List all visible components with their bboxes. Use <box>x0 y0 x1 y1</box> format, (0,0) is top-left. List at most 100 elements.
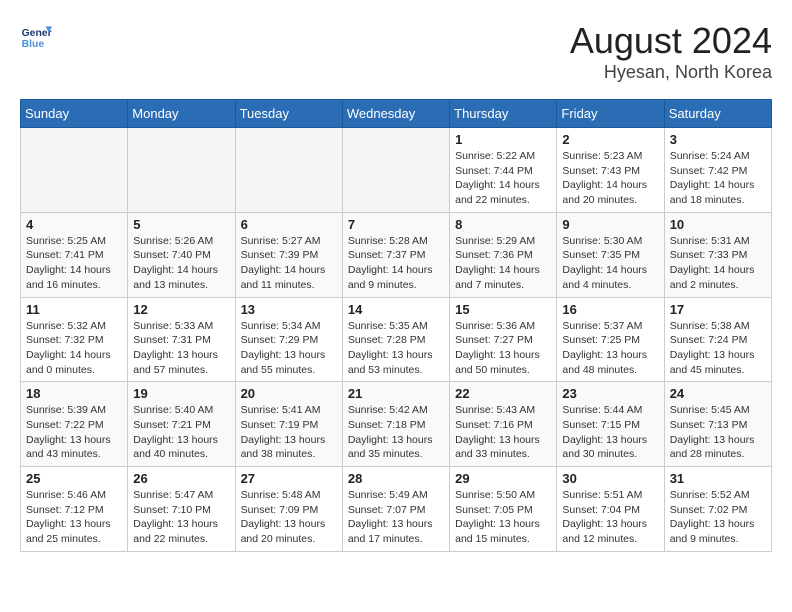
location-title: Hyesan, North Korea <box>570 62 772 83</box>
svg-text:Blue: Blue <box>22 39 45 50</box>
day-info: Sunrise: 5:25 AMSunset: 7:41 PMDaylight:… <box>26 234 122 293</box>
day-number: 23 <box>562 386 658 401</box>
calendar-day-cell: 2 Sunrise: 5:23 AMSunset: 7:43 PMDaylight… <box>557 128 664 213</box>
day-number: 18 <box>26 386 122 401</box>
day-number: 1 <box>455 132 551 147</box>
day-number: 19 <box>133 386 229 401</box>
month-year-title: August 2024 <box>570 20 772 62</box>
calendar-week-row: 4 Sunrise: 5:25 AMSunset: 7:41 PMDaylight… <box>21 212 772 297</box>
day-number: 11 <box>26 302 122 317</box>
day-number: 4 <box>26 217 122 232</box>
logo-icon: General Blue <box>20 20 52 52</box>
calendar-day-cell <box>235 128 342 213</box>
calendar-day-cell: 27 Sunrise: 5:48 AMSunset: 7:09 PMDayligh… <box>235 467 342 552</box>
calendar-day-cell: 10 Sunrise: 5:31 AMSunset: 7:33 PMDayligh… <box>664 212 771 297</box>
calendar-week-row: 18 Sunrise: 5:39 AMSunset: 7:22 PMDayligh… <box>21 382 772 467</box>
calendar-day-cell: 5Sunrise: 5:26 AMSunset: 7:40 PMDaylight… <box>128 212 235 297</box>
weekday-header-row: SundayMondayTuesdayWednesdayThursdayFrid… <box>21 100 772 128</box>
day-info: Sunrise: 5:41 AMSunset: 7:19 PMDaylight:… <box>241 403 337 462</box>
calendar-day-cell <box>128 128 235 213</box>
day-info: Sunrise: 5:44 AMSunset: 7:15 PMDaylight:… <box>562 403 658 462</box>
day-number: 22 <box>455 386 551 401</box>
calendar-day-cell: 7Sunrise: 5:28 AMSunset: 7:37 PMDaylight… <box>342 212 449 297</box>
day-info: Sunrise: 5:48 AMSunset: 7:09 PMDaylight:… <box>241 488 337 547</box>
day-info: Sunrise: 5:51 AMSunset: 7:04 PMDaylight:… <box>562 488 658 547</box>
day-info: Sunrise: 5:31 AMSunset: 7:33 PMDaylight:… <box>670 234 766 293</box>
day-info: Sunrise: 5:27 AMSunset: 7:39 PMDaylight:… <box>241 234 337 293</box>
calendar-day-cell: 18 Sunrise: 5:39 AMSunset: 7:22 PMDayligh… <box>21 382 128 467</box>
weekday-header: Tuesday <box>235 100 342 128</box>
day-number: 12 <box>133 302 229 317</box>
day-info: Sunrise: 5:47 AMSunset: 7:10 PMDaylight:… <box>133 488 229 547</box>
day-number: 31 <box>670 471 766 486</box>
title-block: August 2024 Hyesan, North Korea <box>570 20 772 83</box>
day-info: Sunrise: 5:42 AMSunset: 7:18 PMDaylight:… <box>348 403 444 462</box>
weekday-header: Sunday <box>21 100 128 128</box>
day-info: Sunrise: 5:33 AMSunset: 7:31 PMDaylight:… <box>133 319 229 378</box>
day-info: Sunrise: 5:24 AMSunset: 7:42 PMDaylight:… <box>670 149 766 208</box>
day-number: 6 <box>241 217 337 232</box>
day-info: Sunrise: 5:52 AMSunset: 7:02 PMDaylight:… <box>670 488 766 547</box>
calendar-week-row: 25Sunrise: 5:46 AMSunset: 7:12 PMDayligh… <box>21 467 772 552</box>
calendar-day-cell: 19 Sunrise: 5:40 AMSunset: 7:21 PMDayligh… <box>128 382 235 467</box>
day-number: 10 <box>670 217 766 232</box>
calendar-day-cell: 13Sunrise: 5:34 AMSunset: 7:29 PMDayligh… <box>235 297 342 382</box>
calendar-day-cell: 21Sunrise: 5:42 AMSunset: 7:18 PMDayligh… <box>342 382 449 467</box>
weekday-header: Friday <box>557 100 664 128</box>
day-info: Sunrise: 5:32 AMSunset: 7:32 PMDaylight:… <box>26 319 122 378</box>
calendar-day-cell <box>342 128 449 213</box>
calendar-day-cell: 17 Sunrise: 5:38 AMSunset: 7:24 PMDayligh… <box>664 297 771 382</box>
weekday-header: Wednesday <box>342 100 449 128</box>
day-info: Sunrise: 5:30 AMSunset: 7:35 PMDaylight:… <box>562 234 658 293</box>
day-info: Sunrise: 5:40 AMSunset: 7:21 PMDaylight:… <box>133 403 229 462</box>
day-info: Sunrise: 5:22 AMSunset: 7:44 PMDaylight:… <box>455 149 551 208</box>
calendar-day-cell: 9Sunrise: 5:30 AMSunset: 7:35 PMDaylight… <box>557 212 664 297</box>
day-number: 8 <box>455 217 551 232</box>
day-info: Sunrise: 5:23 AMSunset: 7:43 PMDaylight:… <box>562 149 658 208</box>
calendar-day-cell: 28Sunrise: 5:49 AMSunset: 7:07 PMDayligh… <box>342 467 449 552</box>
day-number: 3 <box>670 132 766 147</box>
calendar-day-cell: 22 Sunrise: 5:43 AMSunset: 7:16 PMDayligh… <box>450 382 557 467</box>
calendar-day-cell: 29Sunrise: 5:50 AMSunset: 7:05 PMDayligh… <box>450 467 557 552</box>
calendar-day-cell: 30 Sunrise: 5:51 AMSunset: 7:04 PMDayligh… <box>557 467 664 552</box>
day-number: 5 <box>133 217 229 232</box>
day-info: Sunrise: 5:35 AMSunset: 7:28 PMDaylight:… <box>348 319 444 378</box>
weekday-header: Monday <box>128 100 235 128</box>
calendar-table: SundayMondayTuesdayWednesdayThursdayFrid… <box>20 99 772 552</box>
calendar-day-cell: 14 Sunrise: 5:35 AMSunset: 7:28 PMDayligh… <box>342 297 449 382</box>
day-info: Sunrise: 5:49 AMSunset: 7:07 PMDaylight:… <box>348 488 444 547</box>
day-number: 17 <box>670 302 766 317</box>
day-info: Sunrise: 5:29 AMSunset: 7:36 PMDaylight:… <box>455 234 551 293</box>
day-info: Sunrise: 5:38 AMSunset: 7:24 PMDaylight:… <box>670 319 766 378</box>
calendar-day-cell: 26 Sunrise: 5:47 AMSunset: 7:10 PMDayligh… <box>128 467 235 552</box>
day-number: 27 <box>241 471 337 486</box>
calendar-day-cell: 11 Sunrise: 5:32 AMSunset: 7:32 PMDayligh… <box>21 297 128 382</box>
calendar-day-cell: 31 Sunrise: 5:52 AMSunset: 7:02 PMDayligh… <box>664 467 771 552</box>
day-info: Sunrise: 5:34 AMSunset: 7:29 PMDaylight:… <box>241 319 337 378</box>
day-number: 16 <box>562 302 658 317</box>
day-number: 2 <box>562 132 658 147</box>
day-info: Sunrise: 5:36 AMSunset: 7:27 PMDaylight:… <box>455 319 551 378</box>
day-number: 24 <box>670 386 766 401</box>
calendar-day-cell: 3 Sunrise: 5:24 AMSunset: 7:42 PMDaylight… <box>664 128 771 213</box>
logo: General Blue <box>20 20 52 52</box>
calendar-day-cell: 23 Sunrise: 5:44 AMSunset: 7:15 PMDayligh… <box>557 382 664 467</box>
day-number: 30 <box>562 471 658 486</box>
day-info: Sunrise: 5:45 AMSunset: 7:13 PMDaylight:… <box>670 403 766 462</box>
calendar-day-cell <box>21 128 128 213</box>
day-number: 15 <box>455 302 551 317</box>
weekday-header: Thursday <box>450 100 557 128</box>
day-info: Sunrise: 5:46 AMSunset: 7:12 PMDaylight:… <box>26 488 122 547</box>
calendar-day-cell: 16Sunrise: 5:37 AMSunset: 7:25 PMDayligh… <box>557 297 664 382</box>
day-info: Sunrise: 5:39 AMSunset: 7:22 PMDaylight:… <box>26 403 122 462</box>
day-number: 20 <box>241 386 337 401</box>
calendar-week-row: 11 Sunrise: 5:32 AMSunset: 7:32 PMDayligh… <box>21 297 772 382</box>
day-number: 26 <box>133 471 229 486</box>
day-info: Sunrise: 5:50 AMSunset: 7:05 PMDaylight:… <box>455 488 551 547</box>
calendar-day-cell: 1 Sunrise: 5:22 AMSunset: 7:44 PMDaylight… <box>450 128 557 213</box>
day-number: 14 <box>348 302 444 317</box>
day-info: Sunrise: 5:43 AMSunset: 7:16 PMDaylight:… <box>455 403 551 462</box>
day-number: 7 <box>348 217 444 232</box>
calendar-day-cell: 6 Sunrise: 5:27 AMSunset: 7:39 PMDaylight… <box>235 212 342 297</box>
calendar-day-cell: 20 Sunrise: 5:41 AMSunset: 7:19 PMDayligh… <box>235 382 342 467</box>
